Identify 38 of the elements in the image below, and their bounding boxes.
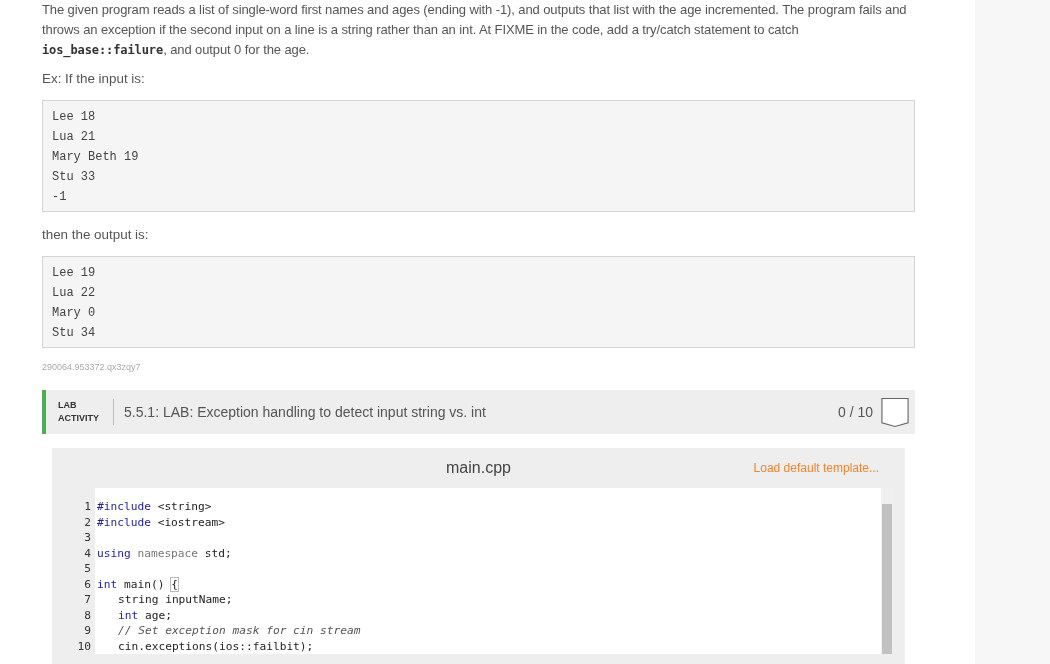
- line-number: 3: [83, 530, 92, 546]
- code-line: Lua 21: [52, 129, 96, 146]
- badge-icon: [881, 396, 909, 428]
- line-number: 9: [83, 623, 92, 639]
- line-number: 1: [83, 499, 92, 515]
- line-number: 4: [83, 545, 92, 561]
- code-line: cin.exceptions(ios::failbit);: [117, 638, 314, 654]
- code-editor[interactable]: #include <string> #include <iostream> using namespace std; int main() { string inputName; int age; // Set exception mask for cin stream cin.exceptions(ios::failbit);: [95, 488, 881, 654]
- code-line: int main() {: [97, 576, 178, 592]
- line-number: 5: [83, 561, 92, 577]
- output-example-label: then the output is:: [42, 226, 150, 244]
- code-line: #include <iostream>: [97, 514, 225, 530]
- file-name: main.cpp: [446, 459, 511, 477]
- code-line: Stu 34: [52, 325, 96, 342]
- instructions-paragraph: The given program reads a list of single-word first names and ages (ending with -1), and outputs that list with the age incremented. The program fails and throws an exception if the second input on a line is a string rather than an int. At FIXME in the code, add a try/catch statement to catch ios_base::failure, and output 0 for the age.: [42, 1, 908, 60]
- code-line: Stu 33: [52, 169, 96, 186]
- code-line: Lee 18: [52, 109, 96, 126]
- score-text: 0 / 10: [837, 404, 873, 420]
- line-number: 6: [83, 576, 92, 592]
- code-line: Lua 22: [52, 285, 96, 302]
- input-example-label: Ex: If the input is:: [42, 70, 146, 88]
- line-number: 2: [83, 514, 92, 530]
- scrollbar[interactable]: [881, 488, 893, 654]
- code-line: Lee 19: [52, 265, 96, 282]
- code-line: Mary Beth 19: [52, 149, 139, 166]
- code-line: int age;: [117, 607, 172, 623]
- code-line: using namespace std;: [97, 545, 232, 561]
- line-number: 8: [83, 607, 92, 623]
- code-line: string inputName;: [117, 592, 233, 608]
- code-line: Mary 0: [52, 305, 96, 322]
- code-line: -1: [52, 189, 67, 206]
- lab-activity-label: LAB ACTIVITY: [58, 399, 99, 425]
- line-number: 7: [83, 592, 92, 608]
- code-line: // Set exception mask for cin stream: [117, 623, 361, 639]
- line-number: 10: [76, 638, 92, 654]
- activity-id: 290064.953372.qx3zqy7: [42, 362, 142, 372]
- code-line: #include <string>: [97, 499, 212, 515]
- lab-title: 5.5.1: LAB: Exception handling to detect input string vs. int: [124, 404, 487, 420]
